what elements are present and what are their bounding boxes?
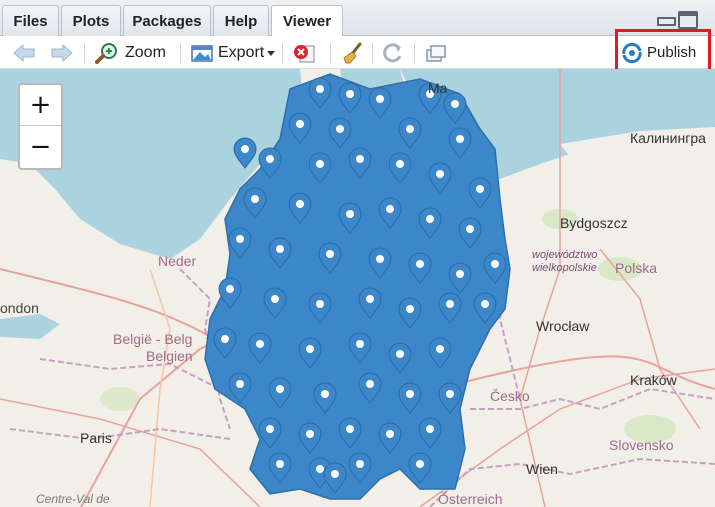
toolbar-divider [372, 43, 373, 63]
tab-help[interactable]: Help [213, 5, 269, 36]
maximize-pane-button[interactable] [678, 11, 698, 29]
minus-icon: − [29, 131, 52, 162]
export-label: Export [218, 43, 265, 61]
map-zoom-control: + − [18, 83, 63, 170]
place-label: Österreich [438, 491, 503, 507]
toolbar-divider [282, 43, 283, 63]
place-label: Kraków [630, 372, 677, 388]
tab-help-label: Help [224, 12, 258, 30]
refresh-icon [383, 42, 402, 62]
caret-down-icon [267, 50, 276, 56]
zoom-out-button[interactable]: − [20, 126, 61, 167]
place-label: Neder [158, 253, 197, 269]
tab-files[interactable]: Files [2, 5, 59, 36]
place-label: ondon [0, 300, 39, 316]
export-image-icon [191, 44, 213, 62]
plus-icon: + [29, 90, 52, 120]
place-label: wielkopolskie [532, 262, 597, 274]
place-label: Polska [615, 260, 658, 276]
tab-files-label: Files [13, 12, 48, 30]
minimize-pane-button[interactable] [656, 11, 676, 29]
place-label: Wien [526, 461, 558, 477]
place-label: Wrocław [536, 318, 590, 334]
tab-plots-label: Plots [72, 12, 110, 30]
zoom-in-button[interactable]: + [20, 85, 61, 126]
zoom-label: Zoom [125, 43, 166, 61]
toolbar-divider [330, 43, 331, 63]
place-label: Paris [80, 430, 112, 446]
refresh-button[interactable] [381, 36, 405, 69]
place-label: Калинингра [630, 130, 706, 146]
remove-icon [294, 44, 315, 62]
popout-window-icon [426, 44, 446, 62]
place-label: Bydgoszcz [560, 215, 628, 231]
forward-button[interactable] [50, 36, 74, 69]
tab-packages-label: Packages [132, 12, 202, 30]
place-label: België - Belg [113, 331, 193, 347]
magnifier-icon [95, 42, 117, 64]
arrow-right-icon [51, 43, 73, 62]
tab-plots[interactable]: Plots [61, 5, 121, 36]
place-label: Belgien [146, 348, 193, 364]
arrow-left-icon [13, 43, 35, 62]
toolbar-divider [180, 43, 181, 63]
toolbar-divider [84, 43, 85, 63]
place-label: województwo [532, 249, 598, 261]
leaflet-map[interactable]: Калинингра Bydgoszcz województwo wielkop… [0, 69, 715, 507]
pane-tab-bar: Files Plots Packages Help Viewer [0, 0, 715, 37]
place-label: Ma [428, 80, 448, 96]
tab-viewer-label: Viewer [282, 13, 332, 30]
place-label: Slovensko [609, 437, 674, 453]
broom-icon [343, 42, 362, 63]
back-button[interactable] [12, 36, 36, 69]
place-label: Česko [490, 388, 530, 404]
tab-viewer[interactable]: Viewer [271, 5, 343, 37]
show-in-new-window-button[interactable] [423, 36, 447, 69]
tab-packages[interactable]: Packages [123, 5, 211, 36]
toolbar-divider [414, 43, 415, 63]
export-menu-button[interactable]: Export [190, 36, 276, 69]
zoom-button[interactable]: Zoom [95, 36, 166, 69]
place-label: Centre-Val de [36, 492, 110, 506]
clear-all-button[interactable] [340, 36, 364, 69]
remove-viewer-button[interactable] [292, 36, 318, 69]
viewer-toolbar: Zoom Export Publish [0, 36, 715, 69]
